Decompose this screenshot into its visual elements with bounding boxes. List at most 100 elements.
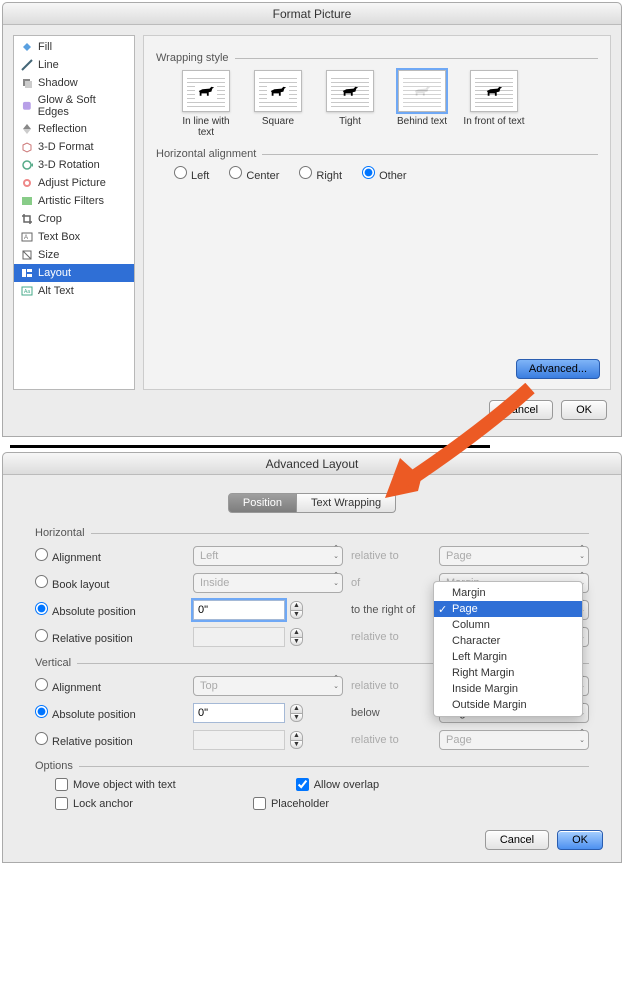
sidebar-item-3drotation[interactable]: 3-D Rotation [14, 156, 134, 174]
step-up-icon[interactable]: ▲ [291, 629, 302, 637]
sidebar-item-3dformat[interactable]: 3-D Format [14, 138, 134, 156]
sidebar-item-artistic[interactable]: Artistic Filters [14, 192, 134, 210]
step-down-icon[interactable]: ▼ [291, 713, 302, 721]
sidebar-item-line[interactable]: Line [14, 56, 134, 74]
step-up-icon[interactable]: ▲ [291, 705, 302, 713]
svg-text:Aa: Aa [24, 289, 30, 295]
relative-to-dropdown[interactable]: Margin Page Column Character Left Margin… [433, 581, 583, 717]
size-icon [20, 248, 34, 262]
sidebar-item-fill[interactable]: Fill [14, 38, 134, 56]
sidebar-item-shadow[interactable]: Shadow [14, 74, 134, 92]
sidebar: Fill Line Shadow Glow & Soft Edges Refle… [13, 35, 135, 390]
move-with-text-check[interactable]: Move object with text [55, 778, 176, 791]
sidebar-item-reflection[interactable]: Reflection [14, 120, 134, 138]
content-panel: Wrapping style In line with text Square … [143, 35, 611, 390]
wrap-tight[interactable]: Tight [318, 70, 382, 138]
stepper[interactable]: ▲▼ [290, 704, 303, 722]
wrap-square[interactable]: Square [246, 70, 310, 138]
halign-center[interactable]: Center [229, 166, 279, 182]
h-alignment-select[interactable]: Left [193, 546, 343, 566]
dropdown-option[interactable]: Margin [434, 585, 582, 601]
artistic-icon [20, 194, 34, 208]
dropdown-option[interactable]: Character [434, 633, 582, 649]
advanced-layout-window: Advanced Layout Position Text Wrapping H… [2, 452, 622, 863]
step-down-icon[interactable]: ▼ [291, 637, 302, 645]
wrap-behind[interactable]: Behind text [390, 70, 454, 138]
svg-text:A: A [24, 235, 28, 241]
tab-text-wrapping[interactable]: Text Wrapping [297, 493, 396, 513]
sidebar-label: Shadow [38, 77, 78, 89]
sidebar-item-layout[interactable]: Layout [14, 264, 134, 282]
window-title: Format Picture [3, 3, 621, 25]
h-book-radio[interactable]: Book layout [35, 575, 109, 591]
wrap-label: In line with text [174, 116, 238, 138]
cancel-button[interactable]: Cancel [489, 400, 553, 420]
h-book-rel-label: of [351, 577, 431, 589]
wrap-infront[interactable]: In front of text [462, 70, 526, 138]
stepper[interactable]: ▲▼ [290, 628, 303, 646]
placeholder-check[interactable]: Placeholder [253, 797, 329, 810]
vertical-label: Vertical [35, 657, 71, 669]
line-icon [20, 58, 34, 72]
step-up-icon[interactable]: ▲ [291, 602, 302, 610]
sidebar-label: Text Box [38, 231, 80, 243]
v-relative-radio[interactable]: Relative position [35, 732, 133, 748]
h-book-select[interactable]: Inside [193, 573, 343, 593]
ok-button[interactable]: OK [561, 400, 607, 420]
v-absolute-input[interactable] [193, 703, 285, 723]
options-label: Options [35, 760, 73, 772]
dropdown-option[interactable]: Page [434, 601, 582, 617]
h-absolute-rel-label: to the right of [351, 604, 431, 616]
allow-overlap-check[interactable]: Allow overlap [296, 778, 379, 791]
dropdown-option[interactable]: Inside Margin [434, 681, 582, 697]
divider [10, 445, 490, 448]
dropdown-option[interactable]: Column [434, 617, 582, 633]
step-up-icon[interactable]: ▲ [291, 732, 302, 740]
v-relative-rel-select[interactable]: Page [439, 730, 589, 750]
h-relative-radio[interactable]: Relative position [35, 629, 133, 645]
dropdown-option[interactable]: Outside Margin [434, 697, 582, 713]
step-down-icon[interactable]: ▼ [291, 610, 302, 618]
alttext-icon: Aa [20, 284, 34, 298]
halign-right[interactable]: Right [299, 166, 342, 182]
sidebar-item-glow[interactable]: Glow & Soft Edges [14, 92, 134, 120]
wrap-label: Tight [318, 116, 382, 127]
v-alignment-radio[interactable]: Alignment [35, 678, 101, 694]
sidebar-item-size[interactable]: Size [14, 246, 134, 264]
sidebar-label: Size [38, 249, 59, 261]
tabs: Position Text Wrapping [17, 493, 607, 513]
v-absolute-rel-label: below [351, 707, 431, 719]
step-down-icon[interactable]: ▼ [291, 740, 302, 748]
stepper[interactable]: ▲▼ [290, 601, 303, 619]
halign-other[interactable]: Other [362, 166, 407, 182]
textbox-icon: A [20, 230, 34, 244]
sidebar-item-alttext[interactable]: AaAlt Text [14, 282, 134, 300]
dropdown-option[interactable]: Right Margin [434, 665, 582, 681]
ok-button[interactable]: OK [557, 830, 603, 850]
horizontal-label: Horizontal [35, 527, 85, 539]
h-alignment-radio[interactable]: Alignment [35, 548, 101, 564]
sidebar-label: Fill [38, 41, 52, 53]
v-relative-rel-label: relative to [351, 734, 431, 746]
cancel-button[interactable]: Cancel [485, 830, 549, 850]
sidebar-label: Reflection [38, 123, 87, 135]
v-alignment-select[interactable]: Top [193, 676, 343, 696]
sidebar-item-crop[interactable]: Crop [14, 210, 134, 228]
sidebar-item-textbox[interactable]: A Text Box [14, 228, 134, 246]
dropdown-option[interactable]: Left Margin [434, 649, 582, 665]
v-absolute-radio[interactable]: Absolute position [35, 705, 136, 721]
window-title: Advanced Layout [3, 453, 621, 475]
v-relative-input[interactable] [193, 730, 285, 750]
sidebar-item-adjust[interactable]: Adjust Picture [14, 174, 134, 192]
lock-anchor-check[interactable]: Lock anchor [55, 797, 133, 810]
wrap-inline[interactable]: In line with text [174, 70, 238, 138]
advanced-button[interactable]: Advanced... [516, 359, 600, 379]
stepper[interactable]: ▲▼ [290, 731, 303, 749]
h-absolute-input[interactable] [193, 600, 285, 620]
h-absolute-radio[interactable]: Absolute position [35, 602, 136, 618]
h-alignment-rel-select[interactable]: Page [439, 546, 589, 566]
h-alignment-rel-label: relative to [351, 550, 431, 562]
h-relative-input[interactable] [193, 627, 285, 647]
tab-position[interactable]: Position [228, 493, 297, 513]
halign-left[interactable]: Left [174, 166, 209, 182]
